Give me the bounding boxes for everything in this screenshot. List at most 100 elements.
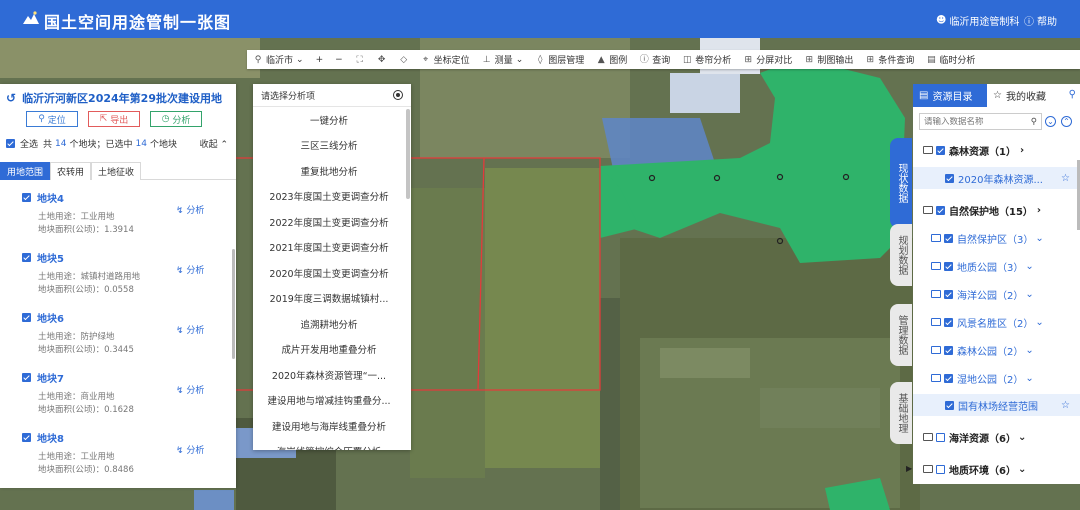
- zoom-out-button[interactable]: −: [329, 50, 349, 69]
- export-button[interactable]: ⇱ 导出: [88, 111, 140, 127]
- dropdown-header-text: 请选择分析项: [261, 91, 316, 102]
- plot-analyze-link[interactable]: ↯ 分析: [176, 443, 204, 456]
- plot-checkbox[interactable]: [22, 313, 31, 322]
- tree-node[interactable]: 湿地公园（2） ⌄: [913, 367, 1080, 389]
- plot-checkbox[interactable]: [22, 193, 31, 202]
- tab-land-acquisition[interactable]: 土地征收: [91, 162, 142, 180]
- dropdown-item[interactable]: 2021年度国土变更调查分析: [253, 235, 405, 261]
- tree-node[interactable]: 地质环境（6） ⌄: [913, 458, 1080, 480]
- plot-analyze-link[interactable]: ↯ 分析: [176, 203, 204, 216]
- tab-farmland-conversion[interactable]: 农转用: [50, 162, 92, 180]
- plot-checkbox[interactable]: [22, 253, 31, 262]
- list-item[interactable]: 地块8 土地用途：工业用地 地块面积(公顷)：0.8486 ↯ 分析: [0, 422, 236, 482]
- tree-checkbox[interactable]: [944, 233, 953, 243]
- tree-checkbox[interactable]: [944, 345, 953, 355]
- star-icon[interactable]: ☆: [1061, 173, 1070, 184]
- tree-checkbox[interactable]: [945, 400, 954, 410]
- user-menu[interactable]: ☻ 临沂用途管制科: [936, 13, 1019, 28]
- dropdown-item[interactable]: 建设用地与增减挂钩重叠分...: [253, 388, 405, 414]
- tree-node[interactable]: 地质公园（3） ⌄: [913, 255, 1080, 277]
- measure-button[interactable]: ⊥ 测量 ⌄: [476, 50, 530, 69]
- plot-analyze-link[interactable]: ↯ 分析: [176, 263, 204, 276]
- dropdown-item[interactable]: 一键分析: [253, 107, 405, 133]
- side-tab-basic[interactable]: 基础地理: [890, 382, 912, 444]
- tree-checkbox[interactable]: [944, 289, 953, 299]
- list-item[interactable]: 地块4 土地用途：工业用地 地块面积(公顷)：1.3914 ↯ 分析: [0, 182, 236, 242]
- tree-node[interactable]: 森林公园（2） ⌄: [913, 339, 1080, 361]
- select-all-checkbox[interactable]: [6, 139, 15, 148]
- tb-city-select[interactable]: ⚲ 临沂市 ⌄: [247, 50, 310, 69]
- tree-node[interactable]: 自然保护地（15） ›: [913, 199, 1080, 221]
- plot-analyze-link[interactable]: ↯ 分析: [176, 383, 204, 396]
- plot-checkbox[interactable]: [22, 433, 31, 442]
- tab-my-favorites[interactable]: ☆ 我的收藏: [987, 84, 1052, 107]
- help-link[interactable]: ⓘ 帮助: [1024, 13, 1057, 28]
- split-screen-button[interactable]: ⊞ 分屏对比: [737, 50, 798, 69]
- collapse-all-icon[interactable]: ⌃: [1061, 116, 1072, 127]
- tree-node[interactable]: 2020年森林资源... ☆: [913, 167, 1080, 189]
- dropdown-scrollbar[interactable]: [406, 109, 410, 199]
- dropdown-item[interactable]: 重复批地分析: [253, 158, 405, 184]
- tree-node[interactable]: 国有林场经营范围 ☆: [913, 394, 1080, 416]
- side-tab-current[interactable]: 现状数据: [890, 138, 912, 228]
- dropdown-item[interactable]: 海岸线管控综合压覆分析: [253, 439, 405, 450]
- radio-close-icon[interactable]: [393, 90, 403, 100]
- side-tab-management[interactable]: 管理数据: [890, 304, 912, 366]
- dropdown-item[interactable]: 三区三线分析: [253, 133, 405, 159]
- analyze-button[interactable]: ◷ 分析: [150, 111, 202, 127]
- zoom-in-button[interactable]: +: [310, 50, 330, 69]
- tree-node[interactable]: 海洋公园（2） ⌄: [913, 283, 1080, 305]
- tree-checkbox[interactable]: [945, 173, 954, 183]
- locate-button[interactable]: ⚲ 定位: [26, 111, 78, 127]
- dropdown-item[interactable]: 成片开发用地重叠分析: [253, 337, 405, 363]
- query-button[interactable]: ⓘ 查询: [633, 50, 676, 69]
- coordinate-button[interactable]: ⌖ 坐标定位: [415, 50, 476, 69]
- list-item[interactable]: 地块5 土地用途：城镇村道路用地 地块面积(公顷)：0.0558 ↯ 分析: [0, 242, 236, 302]
- dropdown-item[interactable]: 2019年度三调数据城镇村...: [253, 286, 405, 312]
- dropdown-item[interactable]: 2023年度国土变更调查分析: [253, 184, 405, 210]
- app-title: 国土空间用途管制一张图: [44, 13, 232, 32]
- tab-resource-catalog[interactable]: ▤ 资源目录: [913, 84, 987, 107]
- tree-checkbox[interactable]: [936, 432, 945, 442]
- panel-scrollbar[interactable]: [232, 249, 235, 359]
- tree-label: 自然保护区（3）: [957, 234, 1034, 246]
- dropdown-item[interactable]: 2022年度国土变更调查分析: [253, 209, 405, 235]
- tree-node[interactable]: 海洋资源（6） ⌄: [913, 426, 1080, 448]
- expand-all-icon[interactable]: ⌄: [1045, 116, 1056, 127]
- tree-node[interactable]: 自然保护区（3） ⌄: [913, 227, 1080, 249]
- search-icon[interactable]: ⚲: [1031, 117, 1037, 127]
- tree-checkbox[interactable]: [944, 261, 953, 271]
- tree-checkbox[interactable]: [936, 205, 945, 215]
- dropdown-item[interactable]: 2020年森林资源管理“一...: [253, 362, 405, 388]
- tree-checkbox[interactable]: [936, 145, 945, 155]
- expand-panel-icon[interactable]: ▶: [906, 464, 912, 473]
- list-item[interactable]: 地块6 土地用途：防护绿地 地块面积(公顷)：0.3445 ↯ 分析: [0, 302, 236, 362]
- temp-analysis-button[interactable]: ▤ 临时分析: [920, 50, 981, 69]
- pin-icon[interactable]: ⚲: [1069, 89, 1076, 107]
- tree-checkbox[interactable]: [944, 373, 953, 383]
- roll-compare-button[interactable]: ◫ 卷帘分析: [676, 50, 737, 69]
- eraser-button[interactable]: ◇: [393, 50, 415, 69]
- dropdown-item[interactable]: 追溯耕地分析: [253, 311, 405, 337]
- back-icon[interactable]: ↺: [6, 91, 16, 105]
- tree-node[interactable]: 风景名胜区（2） ⌄: [913, 311, 1080, 333]
- catalog-search-input[interactable]: [924, 116, 1024, 127]
- fullscreen-button[interactable]: ⛶: [349, 50, 371, 69]
- legend-button[interactable]: ▲ 图例: [590, 50, 633, 69]
- layers-button[interactable]: ◊ 图层管理: [529, 50, 590, 69]
- plot-checkbox[interactable]: [22, 373, 31, 382]
- tab-land-range[interactable]: 用地范围: [0, 162, 51, 180]
- print-button[interactable]: ⊞ 制图输出: [798, 50, 859, 69]
- list-item[interactable]: 地块7 土地用途：商业用地 地块面积(公顷)：0.1628 ↯ 分析: [0, 362, 236, 422]
- dropdown-item[interactable]: 2020年度国土变更调查分析: [253, 260, 405, 286]
- condition-search-button[interactable]: ⊞ 条件查询: [859, 50, 920, 69]
- collapse-toggle[interactable]: 收起 ⌃: [200, 137, 228, 150]
- dropdown-item[interactable]: 建设用地与海岸线重叠分析: [253, 413, 405, 439]
- tree-checkbox[interactable]: [936, 464, 945, 474]
- pan-button[interactable]: ✥: [371, 50, 393, 69]
- tree-node[interactable]: 森林资源（1） ›: [913, 139, 1080, 161]
- star-icon[interactable]: ☆: [1061, 400, 1070, 411]
- side-tab-planning[interactable]: 规划数据: [890, 224, 912, 286]
- tree-checkbox[interactable]: [944, 317, 953, 327]
- plot-analyze-link[interactable]: ↯ 分析: [176, 323, 204, 336]
